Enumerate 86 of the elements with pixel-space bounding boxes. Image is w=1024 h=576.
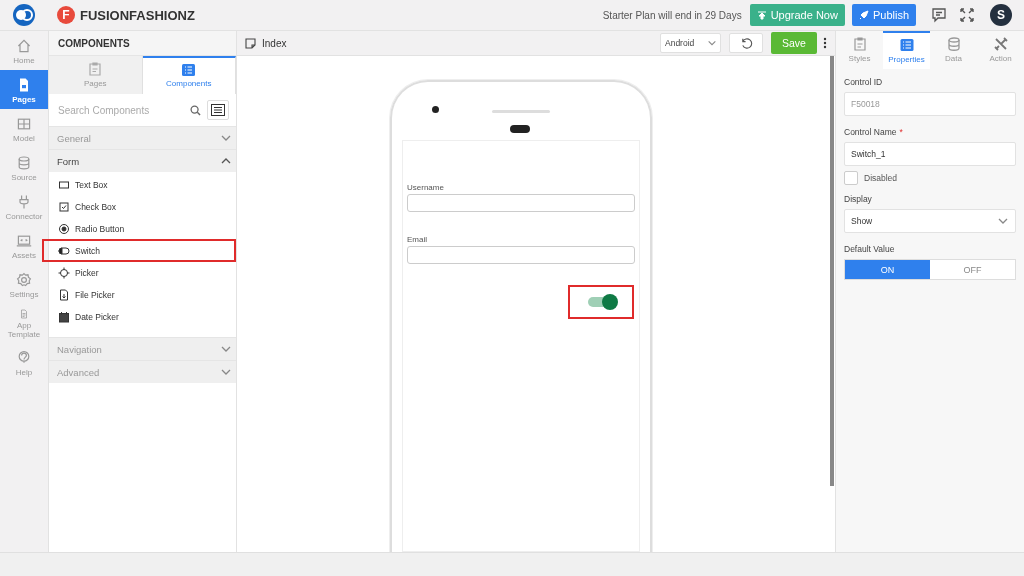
chevron-down-icon — [707, 38, 717, 48]
nav-item[interactable]: Pages — [0, 70, 48, 109]
checkbox-icon — [58, 200, 70, 213]
field-label: Control Name — [844, 127, 897, 137]
component-item[interactable]: File Picker — [49, 285, 236, 304]
nav-item[interactable]: Model — [0, 109, 48, 148]
component-item[interactable]: Date Picker — [49, 307, 236, 326]
app-logo: F — [57, 6, 75, 24]
app-name: FUSIONFASHIONZ — [80, 7, 195, 23]
plug-icon — [16, 193, 32, 210]
undo-icon — [739, 36, 753, 50]
speaker-slot — [492, 110, 550, 113]
section-header[interactable]: Advanced — [49, 360, 236, 383]
save-button[interactable]: Save — [771, 32, 817, 54]
display-select[interactable]: Show — [844, 209, 1016, 233]
control-id-field: F50018 — [844, 92, 1016, 116]
nav-item[interactable]: App Template — [0, 304, 48, 343]
panel-title: COMPONENTS — [49, 31, 236, 56]
control-name-field[interactable]: Switch_1 — [844, 142, 1016, 166]
list-icon — [211, 104, 225, 116]
upload-icon — [756, 10, 767, 20]
field-label: Control ID — [844, 77, 884, 87]
clipboard-icon — [852, 37, 867, 51]
panel-tab[interactable]: Pages — [49, 56, 143, 94]
properties-tab[interactable]: Properties — [883, 31, 930, 69]
input-field[interactable] — [407, 194, 635, 212]
search-field[interactable]: Search Components — [56, 103, 201, 117]
component-item[interactable]: Radio Button — [49, 219, 236, 238]
tools-icon — [993, 37, 1008, 51]
textbox-icon — [58, 178, 70, 191]
component-item[interactable]: Check Box — [49, 197, 236, 216]
undo-button[interactable] — [729, 33, 763, 53]
list-icon — [899, 38, 914, 52]
section-header[interactable]: General — [49, 126, 236, 149]
database-icon — [16, 154, 32, 171]
switch-control[interactable] — [570, 287, 632, 317]
field-label: Display — [844, 194, 873, 204]
page-name: Index — [262, 37, 287, 49]
field-label: Username — [407, 183, 445, 192]
component-item[interactable]: Picker — [49, 263, 236, 282]
plan-notice: Starter Plan will end in 29 Days — [602, 9, 742, 21]
question-icon — [16, 349, 32, 366]
checkbox-label: Disabled — [864, 173, 898, 183]
calendar-icon — [58, 310, 70, 323]
logo-icon — [12, 3, 36, 27]
platform-select[interactable]: Android — [660, 33, 721, 53]
sensor-pill — [510, 125, 530, 133]
gear-icon — [16, 271, 32, 288]
properties-tab[interactable]: Styles — [836, 31, 883, 69]
nav-item[interactable]: Home — [0, 31, 48, 70]
nav-item[interactable]: Connector — [0, 187, 48, 226]
toggle-option[interactable]: OFF — [930, 260, 1015, 279]
upgrade-button[interactable]: Upgrade Now — [749, 4, 845, 26]
properties-tab[interactable]: Data — [930, 31, 977, 69]
component-item[interactable]: Text Box — [49, 175, 236, 194]
rocket-icon — [858, 10, 869, 20]
search-icon — [190, 104, 201, 116]
required-mark: * — [899, 127, 903, 139]
section-header[interactable]: Navigation — [49, 337, 236, 360]
nav-item[interactable]: Settings — [0, 265, 48, 304]
radio-icon — [58, 222, 70, 235]
input-field[interactable] — [407, 246, 635, 264]
panel-tab[interactable]: Components — [142, 56, 236, 94]
fullscreen-icon[interactable] — [960, 8, 974, 22]
toggle-icon — [58, 244, 70, 257]
field-label: Email — [407, 235, 428, 244]
section-header[interactable]: Form — [49, 149, 236, 172]
list-icon — [182, 64, 196, 76]
field-label: Default Value — [844, 244, 896, 254]
more-icon[interactable] — [823, 37, 827, 49]
clipboard-icon — [89, 62, 102, 76]
page-icon — [245, 37, 256, 49]
nav-item[interactable]: Help — [0, 343, 48, 382]
scrollbar[interactable] — [830, 56, 834, 486]
nav-item[interactable]: Source — [0, 148, 48, 187]
crosshair-icon — [58, 266, 70, 279]
database-icon — [946, 37, 961, 51]
properties-tab[interactable]: Action — [977, 31, 1024, 69]
user-avatar[interactable]: S — [990, 4, 1012, 26]
file-icon — [58, 288, 70, 301]
comment-icon[interactable] — [931, 7, 947, 23]
list-view-button[interactable] — [207, 100, 229, 120]
home-icon — [16, 37, 32, 54]
camera-dot — [432, 106, 439, 113]
publish-button[interactable]: Publish — [851, 4, 916, 26]
toggle-option[interactable]: ON — [845, 260, 930, 279]
